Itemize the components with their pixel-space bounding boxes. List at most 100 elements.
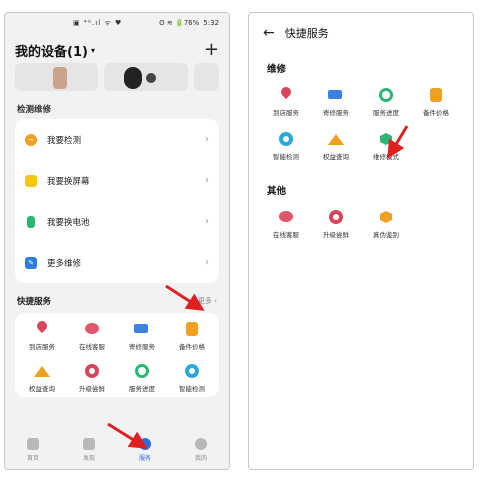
repair-section-label: 检测维修	[17, 105, 52, 115]
service-progress[interactable]: 服务进度	[117, 363, 167, 393]
home-icon	[27, 438, 39, 450]
service-label: 寄修服务	[323, 109, 349, 117]
chat-bubble-icon	[278, 209, 294, 225]
device-card[interactable]	[193, 63, 220, 91]
heart-check-icon: ~	[25, 133, 37, 146]
more-link[interactable]: 更多 ›	[198, 296, 217, 306]
service-authenticity[interactable]: 真伪鉴别	[361, 209, 411, 239]
tab-profile[interactable]: 我的	[173, 431, 229, 469]
service-smart-check[interactable]: 智能检测	[167, 363, 217, 393]
quick-services-header: 快捷服务 更多 ›	[5, 283, 229, 313]
my-devices-title[interactable]: 我的设备(1)	[15, 41, 88, 60]
service-mail-repair[interactable]: 寄修服务	[117, 321, 167, 351]
service-upgrade[interactable]: 升级尝鲜	[311, 209, 361, 239]
service-label: 智能检测	[273, 153, 299, 161]
watch-image	[124, 67, 143, 89]
repair-item-screen[interactable]: 我要换屏幕 ›	[15, 160, 219, 201]
service-label: 权益查询	[29, 385, 55, 393]
repair-item-label: 我要检测	[47, 135, 82, 146]
service-label: 升级尝鲜	[79, 385, 105, 393]
repair-services-grid: 到店服务 寄修服务 服务进度 备件价格 智能检测 权益查询 维修模式	[249, 83, 473, 165]
repair-item-label: 我要换屏幕	[47, 176, 90, 187]
service-label: 寄修服务	[129, 343, 155, 351]
devices-header: 我的设备(1) ▾ +	[5, 33, 229, 61]
service-label: 到店服务	[29, 343, 55, 351]
crown-icon	[34, 363, 50, 379]
wrench-icon: ✎	[25, 256, 37, 269]
tab-label: 首页	[26, 455, 39, 462]
service-icon	[139, 438, 151, 450]
service-label: 智能检测	[179, 385, 205, 393]
chevron-right-icon: ›	[205, 216, 209, 227]
status-bar: ▣ ⁴ᴳ.ıl ᯤ ♥ ʘ ≋ 🔋76% 5:32	[5, 13, 229, 33]
section-title-other: 其他	[267, 186, 287, 197]
service-label: 备件价格	[423, 109, 449, 117]
repair-mode-icon	[378, 131, 394, 147]
upgrade-icon	[84, 363, 100, 379]
tab-label: 发现	[82, 455, 95, 462]
tab-discover[interactable]: 发现	[61, 431, 117, 469]
chevron-right-icon: ›	[205, 175, 209, 186]
coins-icon	[184, 321, 200, 337]
repair-item-more[interactable]: ✎ 更多维修 ›	[15, 242, 219, 283]
status-icons-left: ▣ ⁴ᴳ.ıl ᯤ ♥	[73, 18, 123, 27]
device-card[interactable]	[15, 63, 99, 91]
tab-service[interactable]: 服务	[117, 431, 173, 469]
repair-item-check[interactable]: ~ 我要检测 ›	[15, 119, 219, 160]
watch-image	[53, 67, 67, 89]
device-card[interactable]	[104, 63, 188, 91]
service-label: 备件价格	[179, 343, 205, 351]
truck-icon	[134, 321, 150, 337]
service-chat[interactable]: 在线客服	[67, 321, 117, 351]
service-benefits[interactable]: 权益查询	[311, 131, 361, 161]
service-upgrade[interactable]: 升级尝鲜	[67, 363, 117, 393]
chevron-right-icon: ›	[205, 134, 209, 145]
quick-services-page-header: ← 快捷服务	[249, 13, 473, 53]
progress-icon	[134, 363, 150, 379]
service-label: 到店服务	[273, 109, 299, 117]
service-store[interactable]: 到店服务	[261, 84, 311, 117]
truck-icon	[328, 87, 344, 103]
location-pin-icon	[278, 84, 294, 103]
watch-image	[146, 73, 157, 83]
tab-home[interactable]: 首页	[5, 431, 61, 469]
chevron-down-icon[interactable]: ▾	[91, 46, 95, 55]
service-store[interactable]: 到店服务	[17, 318, 67, 351]
tab-label: 我的	[194, 455, 207, 462]
service-label: 升级尝鲜	[323, 231, 349, 239]
device-carousel[interactable]	[5, 61, 229, 93]
left-phone-screenshot: ▣ ⁴ᴳ.ıl ᯤ ♥ ʘ ≋ 🔋76% 5:32 我的设备(1) ▾ + 检测…	[4, 12, 230, 470]
add-device-button[interactable]: +	[204, 41, 219, 59]
chat-bubble-icon	[84, 321, 100, 337]
crown-icon	[328, 131, 344, 147]
service-label: 真伪鉴别	[373, 231, 399, 239]
upgrade-icon	[328, 209, 344, 225]
discover-icon	[83, 438, 95, 450]
service-label: 在线客服	[79, 343, 105, 351]
service-label: 权益查询	[323, 153, 349, 161]
quick-services-label: 快捷服务	[17, 297, 52, 307]
page-title: 快捷服务	[284, 27, 329, 40]
service-chat[interactable]: 在线客服	[261, 209, 311, 239]
back-arrow-icon[interactable]: ←	[263, 25, 275, 41]
repair-item-battery[interactable]: 我要换电池 ›	[15, 201, 219, 242]
chevron-right-icon: ›	[205, 257, 209, 268]
service-label: 服务进度	[129, 385, 155, 393]
service-progress[interactable]: 服务进度	[361, 87, 411, 117]
coins-icon	[428, 87, 444, 103]
screen-icon	[25, 174, 37, 187]
section-title-repair: 维修	[267, 64, 287, 75]
tab-label: 服务	[138, 455, 151, 462]
right-phone-screenshot: ← 快捷服务 维修 到店服务 寄修服务 服务进度 备件价格 智能检测 权益查询 …	[248, 12, 474, 470]
service-label: 服务进度	[373, 109, 399, 117]
service-parts-price[interactable]: 备件价格	[167, 321, 217, 351]
service-parts-price[interactable]: 备件价格	[411, 87, 461, 117]
service-mail-repair[interactable]: 寄修服务	[311, 87, 361, 117]
progress-icon	[378, 87, 394, 103]
bottom-tab-bar: 首页 发现 服务 我的	[5, 431, 229, 469]
quick-services-card: 到店服务 在线客服 寄修服务 备件价格 权益查询 升级尝鲜 服务进度 智能检测	[15, 313, 219, 397]
service-smart-check[interactable]: 智能检测	[261, 131, 311, 161]
service-benefits[interactable]: 权益查询	[17, 363, 67, 393]
smart-check-icon	[278, 131, 294, 147]
service-repair-mode[interactable]: 维修模式	[361, 131, 411, 161]
